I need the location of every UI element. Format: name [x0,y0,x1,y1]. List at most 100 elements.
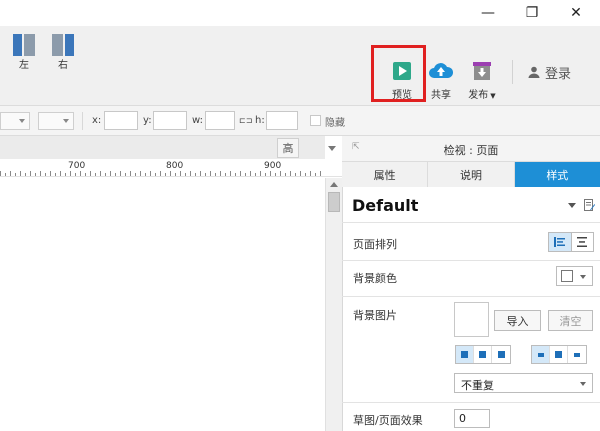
clear-button[interactable]: 清空 [548,310,593,331]
ruler-tick [170,171,171,176]
ruler-label: 700 [68,161,86,171]
ruler-tick [110,171,111,176]
share-button[interactable]: 共享 [426,35,456,101]
aspect-lock-icon[interactable]: ⊏⊐ [239,116,252,125]
bg-align-center-button[interactable] [474,346,492,363]
ruler-tick [265,173,266,176]
ruler-tick [230,171,231,176]
ruler-tick [245,173,246,176]
page-style-name[interactable]: Default [352,196,418,215]
title-bar [0,0,600,26]
align-top-icon [537,352,544,357]
bg-align-top-button[interactable] [532,346,550,363]
line-style-dropdown[interactable] [0,112,30,130]
bg-color-picker[interactable] [556,266,593,286]
ruler-tick [270,171,271,176]
close-button[interactable]: ✕ [556,0,596,26]
ruler-tick [75,173,76,176]
align-center-lines-icon [577,237,588,247]
align-right-button[interactable]: 右 [51,34,75,71]
maximize-icon: ❐ [525,5,539,21]
ruler-tick [60,171,61,176]
import-button[interactable]: 导入 [494,310,541,331]
inspector-header: ⇱ 检视 : 页面 [342,136,600,162]
ruler-tick [285,173,286,176]
maximize-button[interactable]: ❐ [512,0,552,26]
sketch-effect-value: 0 [459,412,466,425]
height-toggle-button[interactable]: 高 [277,138,299,158]
bg-repeat-value: 不重复 [461,379,494,392]
ruler-tick [300,171,301,176]
ruler-tick [235,173,236,176]
align-right-icon [497,351,505,358]
ruler-tick [55,173,56,176]
ruler-menu-icon[interactable] [328,146,336,151]
height-toggle-label: 高 [282,142,294,155]
sketch-effect-input[interactable]: 0 [454,409,490,428]
share-label: 共享 [431,90,451,101]
ruler-tick [185,173,186,176]
arrange-left-button[interactable] [549,233,572,251]
x-input[interactable] [104,111,138,130]
login-label: 登录 [545,66,572,82]
ruler-tick [310,171,311,176]
w-input[interactable] [205,111,235,130]
scroll-up-icon[interactable] [330,182,338,187]
align-bottom-icon [574,352,580,357]
cloud-upload-icon [429,63,454,78]
chevron-down-icon [580,382,586,386]
align-middle-icon [555,351,562,358]
ruler-tick [65,173,66,176]
ruler-tick [50,171,51,176]
edit-style-icon[interactable] [584,199,595,211]
tab-properties[interactable]: 属性 [342,162,429,187]
bg-color-label: 背景颜色 [353,272,397,285]
bg-image-label: 背景图片 [353,309,397,322]
minimize-button[interactable]: — [468,0,508,26]
tab-style[interactable]: 样式 [514,162,600,187]
bg-vertical-align-group [531,345,587,364]
ruler-tick [250,171,251,176]
h-label: h: [255,115,265,126]
hide-label: 隐藏 [325,118,345,129]
minimize-icon: — [481,5,495,21]
ruler-tick [255,173,256,176]
ruler-tick [120,171,121,176]
ruler-tick [165,173,166,176]
bg-align-middle-button[interactable] [550,346,568,363]
ruler-tick [260,171,261,176]
line-pattern-dropdown[interactable] [38,112,74,130]
divider [342,402,600,403]
canvas-vertical-scrollbar[interactable] [325,178,342,431]
ruler-tick [160,171,161,176]
ruler-tick [210,171,211,176]
page-style-dropdown-icon[interactable] [568,203,576,208]
design-canvas[interactable] [0,178,325,431]
y-input[interactable] [153,111,187,130]
bg-repeat-dropdown[interactable]: 不重复 [454,373,593,393]
ruler-tick [105,173,106,176]
bg-align-right-button[interactable] [492,346,510,363]
tab-notes[interactable]: 说明 [428,162,515,187]
hide-checkbox[interactable] [310,115,321,126]
align-right-label: 右 [58,60,68,71]
publish-icon [473,62,491,80]
divider [342,260,600,261]
bg-image-preview [454,302,489,337]
h-input[interactable] [266,111,298,130]
ruler-tick [140,171,141,176]
ruler-label: 900 [264,161,282,171]
ruler-tick [10,171,11,176]
arrange-center-button[interactable] [571,233,593,251]
publish-button[interactable]: 发布 ▼ [465,35,499,101]
align-left-icon [13,34,35,56]
bg-align-bottom-button[interactable] [568,346,586,363]
align-left-button[interactable]: 左 [12,34,36,71]
scroll-thumb[interactable] [328,192,340,212]
ruler-tick [155,173,156,176]
ruler-tick [225,173,226,176]
divider [342,296,600,297]
login-button[interactable]: 登录 [528,63,572,82]
bg-align-left-button[interactable] [456,346,474,363]
page-arrange-label: 页面排列 [353,238,397,251]
